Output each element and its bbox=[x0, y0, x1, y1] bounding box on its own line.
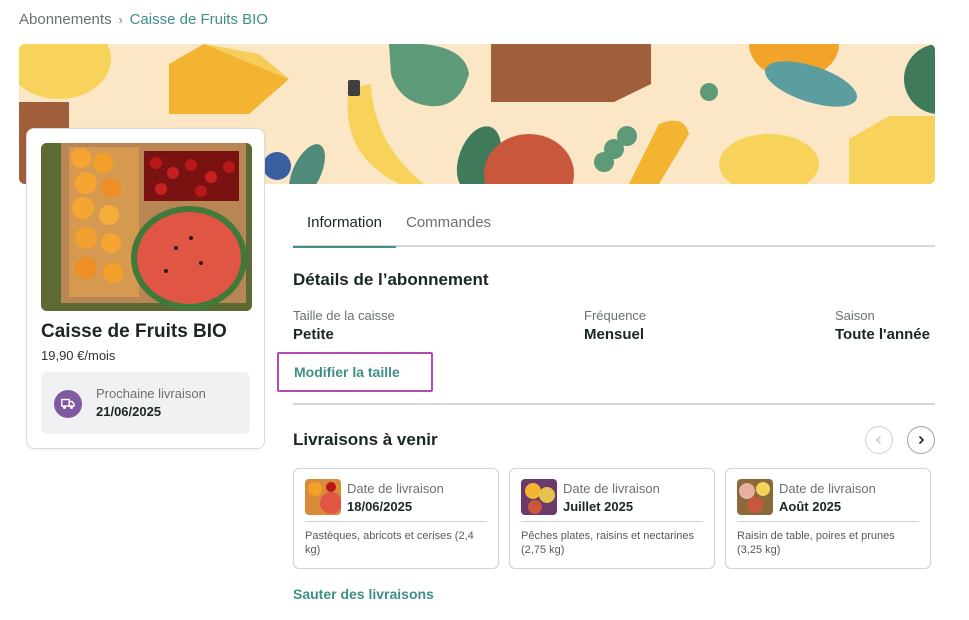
season-label: Saison bbox=[835, 308, 875, 323]
delivery-date: Août 2025 bbox=[779, 499, 842, 514]
size-label: Taille de la caisse bbox=[293, 308, 395, 323]
breadcrumb-current: Caisse de Fruits BIO bbox=[129, 11, 268, 28]
size-value: Petite bbox=[293, 326, 334, 343]
upcoming-title: Livraisons à venir bbox=[293, 430, 438, 449]
delivery-card[interactable]: Date de livraison Juillet 2025 Pêches pl… bbox=[509, 468, 715, 569]
delivery-date-label: Date de livraison bbox=[779, 481, 876, 496]
fruit-box-image bbox=[41, 143, 252, 311]
breadcrumb-root-link[interactable]: Abonnements bbox=[19, 11, 112, 28]
delivery-date-label: Date de livraison bbox=[347, 481, 444, 496]
delivery-card[interactable]: Date de livraison 18/06/2025 Pastèques, … bbox=[293, 468, 499, 569]
skip-deliveries-link[interactable]: Sauter des livraisons bbox=[293, 586, 434, 602]
details-title: Détails de l’abonnement bbox=[293, 270, 489, 289]
tab-commandes[interactable]: Commandes bbox=[395, 214, 502, 247]
tab-information[interactable]: Information bbox=[293, 214, 396, 248]
season-value: Toute l'année bbox=[835, 326, 930, 343]
delivery-thumbnail bbox=[737, 479, 773, 515]
frequency-value: Mensuel bbox=[584, 326, 645, 343]
next-delivery-box: Prochaine livraison 21/06/2025 bbox=[41, 372, 250, 434]
tab-bar: Information Commandes bbox=[293, 206, 935, 248]
modify-size-link[interactable]: Modifier la taille bbox=[277, 352, 433, 392]
next-delivery-label: Prochaine livraison bbox=[96, 386, 206, 401]
delivery-thumbnail bbox=[521, 479, 557, 515]
product-card: Caisse de Fruits BIO 19,90 €/mois Procha… bbox=[26, 128, 265, 449]
product-price: 19,90 €/mois bbox=[41, 348, 116, 363]
frequency-label: Fréquence bbox=[584, 308, 647, 323]
delivery-date: 18/06/2025 bbox=[347, 499, 413, 514]
delivery-divider bbox=[305, 521, 487, 522]
truck-icon bbox=[54, 390, 82, 418]
chevron-right-icon bbox=[918, 435, 925, 445]
delivery-card[interactable]: Date de livraison Août 2025 Raisin de ta… bbox=[725, 468, 931, 569]
previous-button[interactable] bbox=[865, 426, 893, 454]
chevron-left-icon bbox=[875, 435, 882, 445]
section-divider bbox=[293, 403, 935, 405]
product-title: Caisse de Fruits BIO bbox=[41, 321, 227, 342]
breadcrumb-chevron-icon: › bbox=[118, 12, 123, 27]
delivery-divider bbox=[737, 521, 919, 522]
delivery-date-label: Date de livraison bbox=[563, 481, 660, 496]
delivery-description: Pêches plates, raisins et nectarines (2,… bbox=[521, 530, 695, 556]
delivery-thumbnail bbox=[305, 479, 341, 515]
delivery-date: Juillet 2025 bbox=[563, 499, 634, 514]
delivery-description: Pastèques, abricots et cerises (2,4 kg) bbox=[305, 530, 474, 556]
next-button[interactable] bbox=[907, 426, 935, 454]
next-delivery-date: 21/06/2025 bbox=[96, 404, 162, 419]
breadcrumb: Abonnements › Caisse de Fruits BIO bbox=[19, 11, 268, 28]
delivery-description: Raisin de table, poires et prunes (3,25 … bbox=[737, 530, 895, 556]
delivery-divider bbox=[521, 521, 703, 522]
